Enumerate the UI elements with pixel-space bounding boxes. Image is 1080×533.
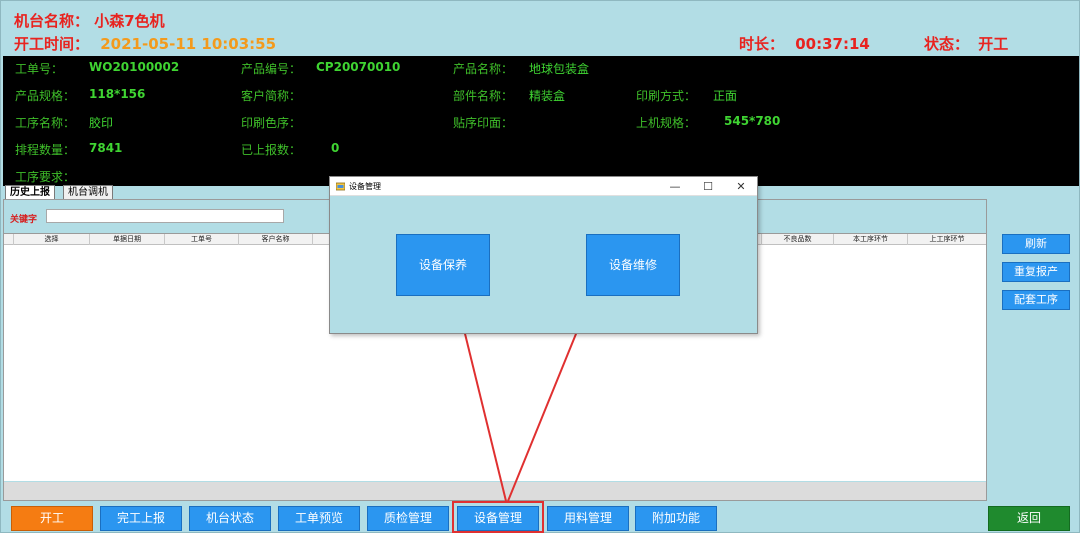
equipment-management-dialog: 设备管理 — ☐ ✕ 设备保养 设备维修 <box>329 176 758 334</box>
extra-functions-button[interactable]: 附加功能 <box>635 506 717 531</box>
process-requirement-label: 工序要求： <box>15 170 76 184</box>
equipment-repair-button[interactable]: 设备维修 <box>586 234 680 296</box>
product-code-label: 产品编号： <box>241 62 302 76</box>
status-label: 状态： <box>924 35 970 53</box>
product-code-value: CP20070010 <box>316 60 401 74</box>
product-name-label: 产品名称： <box>453 62 514 76</box>
close-icon[interactable]: ✕ <box>727 178 755 195</box>
grid-row-header-cell <box>4 234 14 245</box>
machine-status-button[interactable]: 机台状态 <box>189 506 271 531</box>
start-time-value: 2021-05-11 10:03:55 <box>100 35 277 53</box>
column-previous-process[interactable]: 上工序环节 <box>908 234 986 245</box>
keyword-label: 关键字 <box>10 215 38 225</box>
reported-qty-label: 已上报数： <box>241 143 302 157</box>
back-button[interactable]: 返回 <box>988 506 1070 531</box>
machine-name-row: 机台名称： 小森7色机 <box>14 10 165 31</box>
minimize-icon[interactable]: — <box>661 178 689 195</box>
column-customer[interactable]: 客户名称 <box>239 234 313 245</box>
maximize-icon[interactable]: ☐ <box>694 178 722 195</box>
start-time-label: 开工时间： <box>14 35 90 53</box>
main-window: 机台名称： 小森7色机 开工时间： 2021-05-11 10:03:55 时长… <box>0 0 1080 533</box>
work-order-label: 工单号： <box>15 62 64 76</box>
product-spec-value: 118*156 <box>89 87 146 101</box>
equipment-maintenance-button[interactable]: 设备保养 <box>396 234 490 296</box>
window-app-icon <box>336 182 345 191</box>
mounting-label: 贴序印面： <box>453 116 514 130</box>
column-select[interactable]: 选择 <box>14 234 90 245</box>
scheduled-qty-label: 排程数量： <box>15 143 76 157</box>
dialog-title: 设备管理 <box>349 182 381 191</box>
product-name-value: 地球包装盒 <box>529 62 590 76</box>
machine-name-label: 机台名称： <box>14 12 90 30</box>
complete-report-button[interactable]: 完工上报 <box>100 506 182 531</box>
color-order-label: 印刷色序： <box>241 116 302 130</box>
print-method-label: 印刷方式： <box>636 89 697 103</box>
status-row: 状态： 开工 <box>924 33 1008 54</box>
highlight-box <box>452 501 544 533</box>
quality-check-button[interactable]: 质检管理 <box>367 506 449 531</box>
process-name-label: 工序名称： <box>15 116 76 130</box>
part-name-label: 部件名称： <box>453 89 514 103</box>
start-work-button[interactable]: 开工 <box>11 506 93 531</box>
print-method-value: 正面 <box>713 89 738 103</box>
tab-machine-adjust[interactable]: 机台调机 <box>63 185 113 200</box>
duration-row: 时长： 00:37:14 <box>739 33 870 54</box>
reported-qty-value: 0 <box>331 141 340 155</box>
work-order-info-panel: 工单号： WO20100002 产品编号： CP20070010 产品名称： 地… <box>3 56 1079 186</box>
dialog-title-bar[interactable]: 设备管理 — ☐ ✕ <box>330 177 757 196</box>
machine-spec-label: 上机规格： <box>636 116 697 130</box>
machine-spec-value: 545*780 <box>724 114 781 128</box>
status-value: 开工 <box>978 35 1009 53</box>
work-order-value: WO20100002 <box>89 60 180 74</box>
process-name-value: 胶印 <box>89 116 114 130</box>
part-name-value: 精装盒 <box>529 89 566 103</box>
repeat-report-button[interactable]: 重复报产 <box>1002 262 1070 282</box>
scheduled-qty-value: 7841 <box>89 141 123 155</box>
duration-value: 00:37:14 <box>795 35 870 53</box>
grid-scroll-area[interactable] <box>4 482 986 500</box>
start-time-row: 开工时间： 2021-05-11 10:03:55 <box>14 33 276 54</box>
keyword-input[interactable] <box>46 209 284 223</box>
column-current-process[interactable]: 本工序环节 <box>834 234 908 245</box>
duration-label: 时长： <box>739 35 785 53</box>
column-work-order[interactable]: 工单号 <box>165 234 239 245</box>
customer-label: 客户简称： <box>241 89 302 103</box>
product-spec-label: 产品规格： <box>15 89 76 103</box>
column-doc-date[interactable]: 单据日期 <box>90 234 165 245</box>
matching-process-button[interactable]: 配套工序 <box>1002 290 1070 310</box>
work-order-preview-button[interactable]: 工单预览 <box>278 506 360 531</box>
refresh-button[interactable]: 刷新 <box>1002 234 1070 254</box>
column-defect-qty[interactable]: 不良品数 <box>762 234 834 245</box>
machine-name-value: 小森7色机 <box>94 12 165 30</box>
material-management-button[interactable]: 用料管理 <box>547 506 629 531</box>
